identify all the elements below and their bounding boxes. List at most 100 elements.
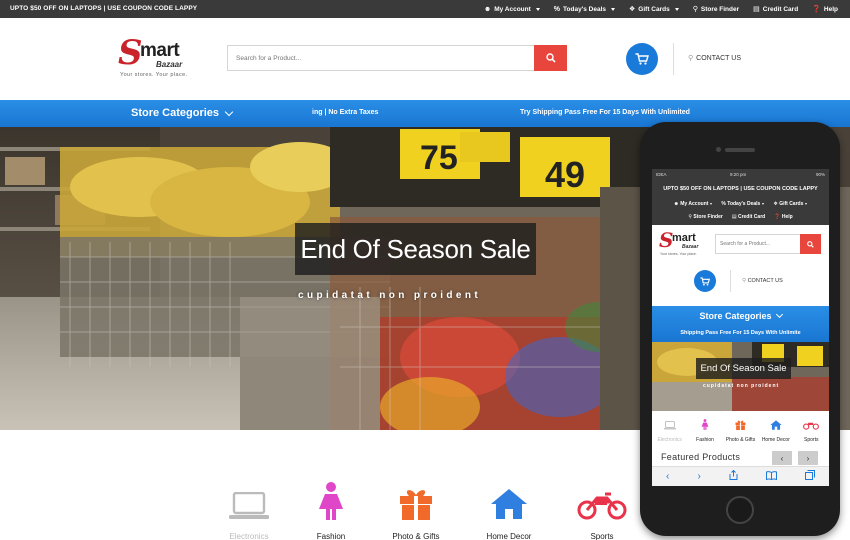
top-bar: UPTO $50 OFF ON LAPTOPS | USE COUPON COD… (0, 0, 850, 18)
logo-tagline: Your stores. Your place. (660, 252, 697, 256)
mobile-category-home-decor[interactable]: Home Decor (759, 417, 793, 449)
search-input[interactable] (228, 46, 533, 70)
mobile-category-label: Home Decor (761, 437, 790, 443)
mobile-category-electronics[interactable]: Electronics (653, 417, 687, 449)
category-label: Home Decor (486, 532, 532, 540)
search-icon (807, 240, 814, 248)
mobile-nav-label: My Account (680, 201, 709, 207)
laptop-icon (229, 492, 269, 519)
mobile-store-categories-dropdown[interactable]: Store Categories (652, 310, 829, 321)
mobile-nav-label: Today's Deals (727, 201, 761, 207)
category-label: Photo & Gifts (392, 532, 440, 540)
mobile-category-sports[interactable]: Sports (794, 417, 828, 449)
mobile-header-divider (730, 270, 731, 292)
mobile-browser-toolbar: ‹ › (652, 466, 829, 486)
mobile-search-button[interactable] (800, 234, 821, 254)
caret-down-icon (805, 203, 808, 205)
mobile-contact-us-link[interactable]: ⚲ CONTACT US (742, 278, 783, 284)
category-home-decor[interactable]: Home Decor (469, 482, 549, 540)
logo-sub: Bazaar (682, 244, 699, 250)
mobile-nav-credit-card[interactable]: ▤ Credit Card (732, 214, 765, 220)
phone-home-button[interactable] (726, 496, 754, 524)
mobile-hero-subtitle: cupidatat non proident (703, 383, 780, 389)
category-label: Fashion (316, 532, 346, 540)
mobile-logo[interactable]: S mart Bazaar Your stores. Your place. (659, 230, 713, 260)
gift-box-icon (735, 420, 746, 430)
mobile-category-photo-gifts[interactable]: Photo & Gifts (723, 417, 757, 449)
contact-label: CONTACT US (696, 54, 741, 62)
top-nav-gift-cards[interactable]: ❖ Gift Cards (629, 5, 679, 13)
phone-mockup: IDEA 9:20 pm 90% UPTO $50 OFF ON LAPTOPS… (640, 122, 840, 536)
chevron-down-icon (775, 310, 783, 319)
search-box (227, 45, 567, 71)
promo-banner: UPTO $50 OFF ON LAPTOPS | USE COUPON COD… (10, 5, 198, 12)
browser-forward-icon[interactable]: › (697, 471, 700, 482)
browser-share-icon[interactable] (729, 469, 738, 483)
house-icon (491, 489, 527, 519)
marquee-text: Try Shipping Pass Free For 15 Days With … (520, 109, 690, 116)
mobile-nav-help[interactable]: ❓ Help (774, 214, 792, 220)
mobile-cart-button[interactable] (694, 270, 716, 292)
mobile-nav-label: Gift Cards (779, 201, 804, 207)
mobile-header: S mart Bazaar Your stores. Your place. ⚲ (652, 225, 829, 306)
mobile-category-nav: Store Categories Shipping Pass Free For … (652, 306, 829, 342)
browser-tabs-icon[interactable] (804, 470, 815, 483)
mobile-nav-todays-deals[interactable]: % Today's Deals (721, 201, 765, 207)
top-nav-label: Today's Deals (563, 5, 607, 13)
site-logo[interactable]: S mart Bazaar Your stores. Your place. (118, 36, 198, 82)
mobile-nav-gift-cards[interactable]: ❖ Gift Cards (773, 201, 808, 207)
category-electronics[interactable]: Electronics (209, 482, 289, 540)
mobile-category-fashion[interactable]: Fashion (688, 417, 722, 449)
hero-title: End Of Season Sale (295, 223, 536, 275)
mobile-top-bar: UPTO $50 OFF ON LAPTOPS | USE COUPON COD… (652, 179, 829, 225)
caret-down-icon (710, 203, 713, 205)
logo-sub: Bazaar (156, 60, 183, 69)
category-photo-gifts[interactable]: Photo & Gifts (376, 482, 456, 540)
category-label: Sports (590, 532, 614, 540)
cart-button[interactable] (626, 43, 658, 75)
svg-text:75: 75 (420, 139, 458, 177)
mobile-nav-label: Credit Card (737, 214, 766, 220)
mobile-marquee: Shipping Pass Free For 15 Days With Unli… (680, 330, 801, 336)
category-label: Electronics (229, 532, 269, 540)
top-nav-help[interactable]: ❓ Help (812, 5, 838, 14)
browser-bookmarks-icon[interactable] (765, 470, 777, 483)
top-nav-credit-card[interactable]: ▤ Credit Card (753, 5, 798, 14)
search-button[interactable] (534, 45, 567, 71)
woman-icon (319, 482, 343, 520)
gift-icon: ❖ (629, 6, 636, 13)
percent-icon: % (553, 5, 561, 13)
top-nav-store-finder[interactable]: ⚲ Store Finder (693, 5, 740, 14)
carousel-prev-button[interactable]: ‹ (772, 451, 792, 465)
top-nav: ☻ My Account % Today's Deals ❖ Gift Card… (484, 0, 838, 18)
search-icon (545, 53, 556, 63)
mobile-search-input[interactable] (716, 235, 800, 253)
contact-label: CONTACT US (747, 278, 783, 284)
top-nav-todays-deals[interactable]: % Today's Deals (553, 5, 616, 13)
mobile-nav-my-account[interactable]: ☻ My Account (674, 201, 713, 207)
svg-text:49: 49 (545, 154, 585, 195)
category-sports[interactable]: Sports (562, 482, 642, 540)
chevron-right-icon: › (806, 453, 810, 463)
mobile-search-box (715, 234, 821, 254)
top-nav-label: Store Finder (700, 5, 740, 13)
laptop-icon (663, 421, 676, 430)
mobile-hero-banner[interactable]: End Of Season Sale cupidatat non proiden… (652, 342, 829, 411)
browser-back-icon[interactable]: ‹ (666, 471, 669, 482)
category-fashion[interactable]: Fashion (291, 482, 371, 540)
top-nav-label: My Account (494, 5, 531, 13)
mobile-nav-store-finder[interactable]: ⚲ Store Finder (688, 214, 723, 220)
motorbike-icon (577, 492, 627, 520)
header-divider (673, 43, 674, 75)
logo-initial: S (118, 33, 143, 73)
logo-word: mart (140, 40, 180, 61)
mobile-category-row: Electronics Fashion Photo & Gifts Home D… (652, 411, 829, 449)
carousel-next-button[interactable]: › (798, 451, 818, 465)
mobile-battery: 90% (815, 172, 825, 177)
contact-us-link[interactable]: ⚲ CONTACT US (688, 54, 741, 63)
caret-down-icon (674, 7, 679, 11)
top-nav-my-account[interactable]: ☻ My Account (484, 6, 540, 13)
store-categories-dropdown[interactable]: Store Categories (131, 107, 234, 119)
cart-icon (635, 53, 649, 65)
mobile-carrier: IDEA (656, 172, 667, 177)
